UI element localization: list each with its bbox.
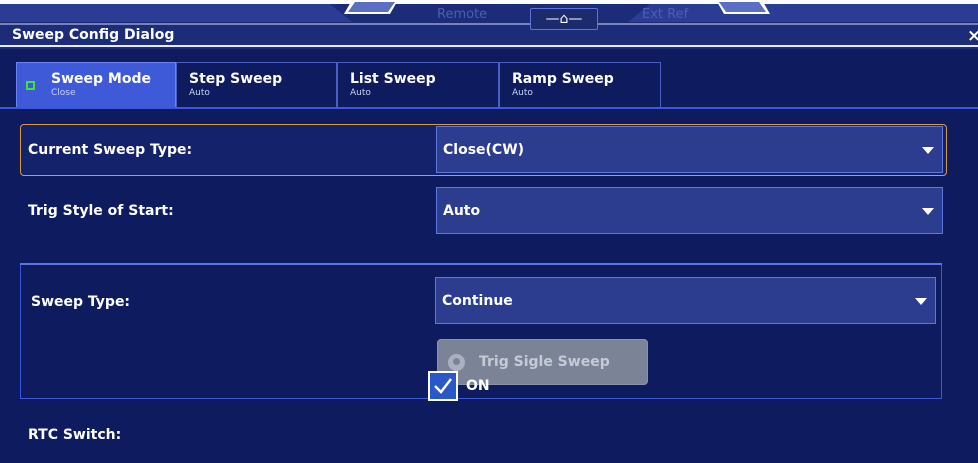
trig-style-select[interactable]: Auto <box>436 187 943 234</box>
current-sweep-type-label: Current Sweep Type: <box>28 142 193 158</box>
sweep-type-value: Continue <box>442 292 513 309</box>
current-sweep-type-row: Current Sweep Type: Close(CW) <box>20 124 947 176</box>
tab-step-sweep[interactable]: Step Sweep Auto <box>176 62 337 108</box>
tab-sweep-mode[interactable]: Sweep Mode Close <box>16 62 176 108</box>
trig-style-value: Auto <box>443 202 481 219</box>
tab-list-sweep[interactable]: List Sweep Auto <box>337 62 499 108</box>
rtc-switch-value: ON <box>466 378 490 394</box>
close-icon[interactable]: × <box>967 26 978 46</box>
tab-label: List Sweep <box>350 71 436 87</box>
tab-sublabel: Auto <box>189 88 210 98</box>
tab-sublabel: Auto <box>350 88 371 98</box>
chevron-down-icon <box>915 297 927 305</box>
home-icon: —⌂— <box>545 11 583 27</box>
trig-style-label: Trig Style of Start: <box>28 203 174 219</box>
tab-sublabel: Auto <box>512 88 533 98</box>
sweep-type-label: Sweep Type: <box>31 294 131 310</box>
remote-indicator: Remote <box>437 7 488 22</box>
tab-label: Sweep Mode <box>51 71 151 87</box>
sweep-type-select[interactable]: Continue <box>435 277 936 324</box>
home-button[interactable]: —⌂— <box>530 8 598 30</box>
tab-sublabel: Close <box>51 88 76 98</box>
chevron-down-icon <box>922 207 934 215</box>
trigger-icon <box>448 353 465 371</box>
tab-strip-divider <box>0 107 978 109</box>
dialog-title: Sweep Config Dialog <box>12 27 175 43</box>
current-sweep-type-value: Close(CW) <box>443 141 525 158</box>
checkmark-icon <box>434 378 452 394</box>
trig-single-sweep-label: Trig Sigle Sweep <box>479 354 610 370</box>
group-divider <box>20 263 942 265</box>
tab-label: Step Sweep <box>189 71 283 87</box>
tab-ramp-sweep[interactable]: Ramp Sweep Auto <box>499 62 661 108</box>
sweep-config-dialog: Sweep Mode Close Step Sweep Auto List Sw… <box>0 49 978 463</box>
rtc-switch-label: RTC Switch: <box>28 427 122 443</box>
tab-label: Ramp Sweep <box>512 71 614 87</box>
chevron-down-icon <box>922 146 934 154</box>
status-bar <box>0 0 978 49</box>
rtc-switch-checkbox[interactable] <box>428 371 458 401</box>
ext-ref-indicator: Ext Ref <box>642 7 689 22</box>
active-tab-indicator-icon <box>26 81 35 90</box>
current-sweep-type-select[interactable]: Close(CW) <box>436 126 943 173</box>
